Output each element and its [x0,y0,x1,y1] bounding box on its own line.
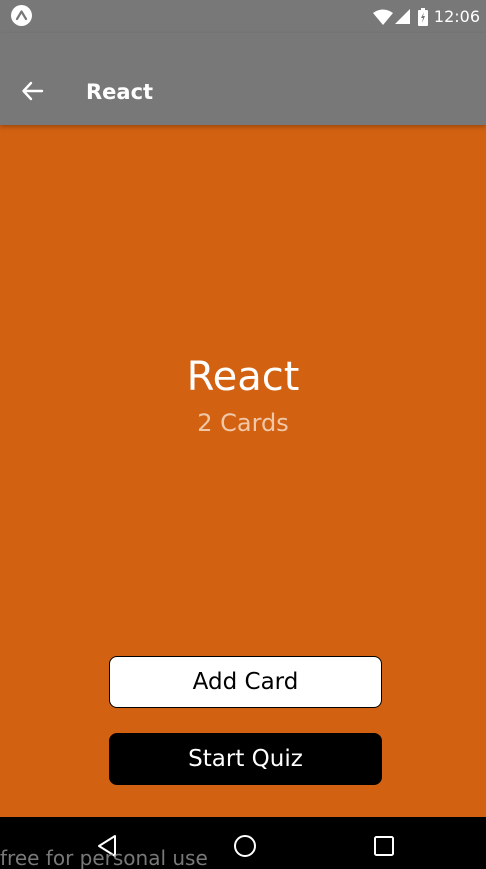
status-bar: 12:06 [0,0,486,33]
nav-home-icon[interactable] [233,834,257,862]
app-bar: React [0,33,486,125]
wifi-icon [372,9,393,25]
start-quiz-button[interactable]: Start Quiz [109,733,382,785]
status-icons: 12:06 [372,0,480,33]
battery-icon [417,7,428,26]
expo-icon [11,5,32,26]
app-bar-title: React [86,80,154,104]
deck-title: React [186,354,300,400]
arrow-left-icon[interactable] [20,78,46,104]
deck-detail-screen: 12:06 React React 2 Cards Add Card Start… [0,0,486,869]
add-card-button[interactable]: Add Card [109,656,382,708]
watermark-text: free for personal use [0,846,208,869]
status-time: 12:06 [433,7,480,26]
nav-recents-icon[interactable] [373,835,395,861]
deck-card-count: 2 Cards [197,409,289,437]
cellular-signal-icon [394,9,410,24]
